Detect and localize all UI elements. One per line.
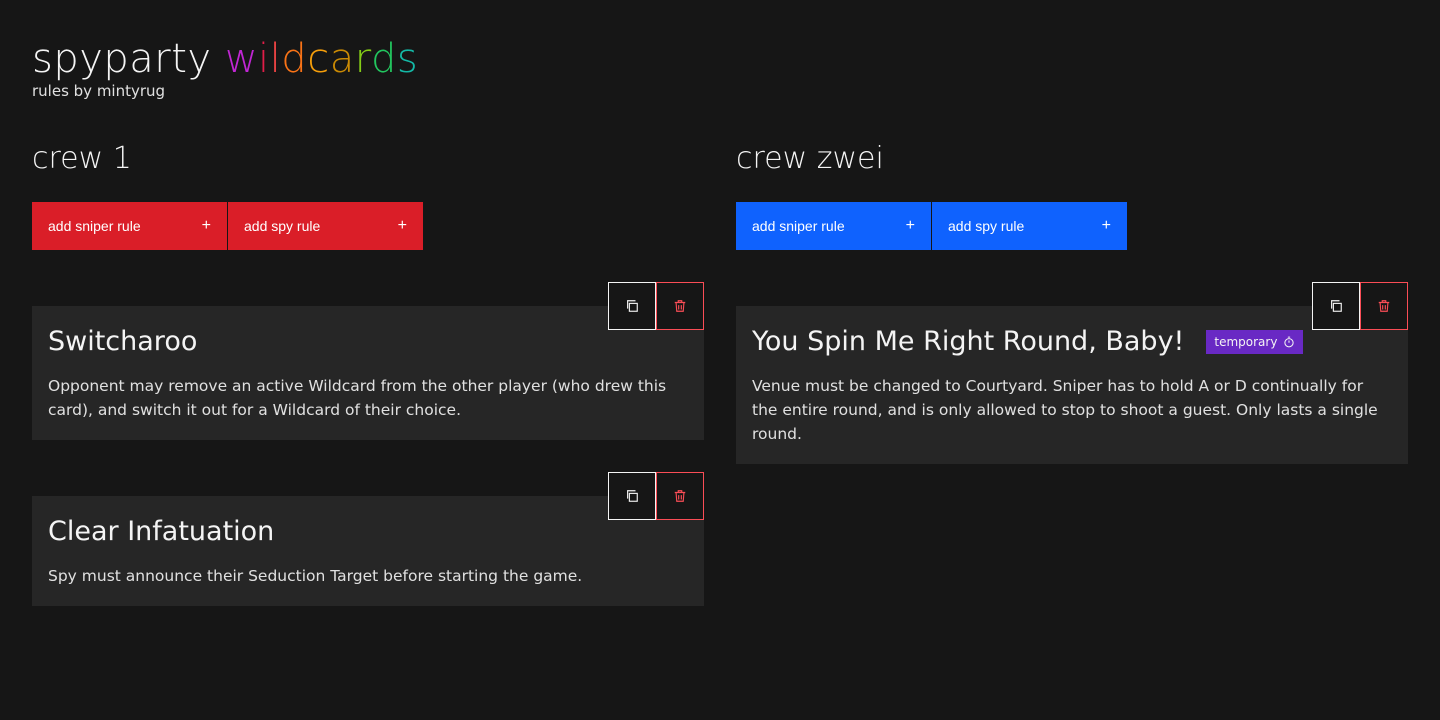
crew-actions: add sniper rule + add spy rule + bbox=[32, 202, 704, 250]
rule-card-title: Switcharoo bbox=[48, 326, 198, 357]
rule-card: You Spin Me Right Round, Baby! temporary… bbox=[736, 282, 1408, 464]
trash-icon bbox=[674, 300, 686, 312]
add-sniper-rule-label: add sniper rule bbox=[48, 218, 141, 234]
add-spy-rule-button[interactable]: add spy rule + bbox=[932, 202, 1127, 250]
tag-label: temporary bbox=[1214, 335, 1278, 349]
rule-card-body: Switcharoo Opponent may remove an active… bbox=[32, 306, 704, 440]
title-letter: d bbox=[281, 36, 308, 82]
copy-icon bbox=[1331, 300, 1342, 312]
rule-card: Clear Infatuation Spy must announce thei… bbox=[32, 472, 704, 606]
title-letter: s bbox=[396, 36, 419, 82]
trash-icon bbox=[674, 490, 686, 502]
rule-card-description: Opponent may remove an active Wildcard f… bbox=[48, 377, 667, 419]
title-letter: r bbox=[354, 36, 371, 82]
timer-icon bbox=[1284, 336, 1295, 348]
rule-card-actions bbox=[1312, 282, 1408, 330]
plus-icon: + bbox=[1101, 217, 1111, 234]
title-letter: a bbox=[329, 36, 355, 82]
crew-title: crew zwei bbox=[736, 141, 884, 176]
rule-card-actions bbox=[608, 282, 704, 330]
copy-rule-button[interactable] bbox=[608, 282, 656, 330]
add-spy-rule-label: add spy rule bbox=[948, 218, 1025, 234]
title-letter: c bbox=[307, 36, 330, 82]
rule-card-header: You Spin Me Right Round, Baby! temporary bbox=[752, 324, 1392, 360]
rule-card-title: Clear Infatuation bbox=[48, 516, 275, 547]
title-letter: d bbox=[370, 36, 397, 82]
crew-title: crew 1 bbox=[32, 141, 132, 176]
crew-actions: add sniper rule + add spy rule + bbox=[736, 202, 1408, 250]
rule-card: Switcharoo Opponent may remove an active… bbox=[32, 282, 704, 440]
rule-card-actions bbox=[608, 472, 704, 520]
copy-icon bbox=[627, 490, 638, 502]
copy-rule-button[interactable] bbox=[1312, 282, 1360, 330]
trash-icon bbox=[1378, 300, 1390, 312]
delete-rule-button[interactable] bbox=[1360, 282, 1408, 330]
rule-card-body: Clear Infatuation Spy must announce thei… bbox=[32, 496, 704, 606]
add-sniper-rule-label: add sniper rule bbox=[752, 218, 845, 234]
app-title: spyparty wildcards bbox=[32, 36, 418, 82]
app-title-plain: spyparty bbox=[32, 36, 212, 82]
copy-rule-button[interactable] bbox=[608, 472, 656, 520]
app-title-colored: wildcards bbox=[225, 36, 418, 82]
crew-panel-1: crew 1 add sniper rule + add spy rule + … bbox=[32, 140, 704, 606]
app-header: spyparty wildcards rules by mintyrug bbox=[32, 36, 418, 100]
delete-rule-button[interactable] bbox=[656, 282, 704, 330]
rule-card-body: You Spin Me Right Round, Baby! temporary… bbox=[736, 306, 1408, 464]
title-letter: l bbox=[269, 36, 282, 82]
rule-card-title: You Spin Me Right Round, Baby! bbox=[752, 326, 1185, 357]
add-spy-rule-button[interactable]: add spy rule + bbox=[228, 202, 423, 250]
crew-panel-2: crew zwei add sniper rule + add spy rule… bbox=[736, 140, 1408, 464]
title-letter: i bbox=[258, 36, 270, 82]
copy-icon bbox=[627, 300, 638, 312]
add-sniper-rule-button[interactable]: add sniper rule + bbox=[32, 202, 227, 250]
add-sniper-rule-button[interactable]: add sniper rule + bbox=[736, 202, 931, 250]
plus-icon: + bbox=[397, 217, 407, 234]
app-subtitle: rules by mintyrug bbox=[32, 82, 166, 100]
rule-card-header: Switcharoo bbox=[48, 324, 688, 360]
title-letter: w bbox=[224, 36, 259, 82]
rule-card-description: Spy must announce their Seduction Target… bbox=[48, 567, 583, 585]
rule-card-header: Clear Infatuation bbox=[48, 514, 688, 550]
delete-rule-button[interactable] bbox=[656, 472, 704, 520]
plus-icon: + bbox=[201, 217, 211, 234]
add-spy-rule-label: add spy rule bbox=[244, 218, 321, 234]
plus-icon: + bbox=[905, 217, 915, 234]
rule-card-description: Venue must be changed to Courtyard. Snip… bbox=[752, 377, 1378, 443]
temporary-tag: temporary bbox=[1206, 330, 1304, 354]
